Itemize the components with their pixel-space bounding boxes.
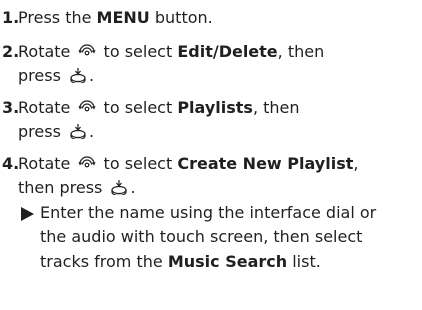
step-text: , [353, 153, 359, 173]
create-new-playlist-label: Create New Playlist [177, 153, 354, 173]
step-3: 3. Rotate to select Playlists, then pres… [2, 96, 422, 145]
step-text: . [88, 122, 95, 141]
note-text: Enter the name using the interface dial … [40, 202, 377, 222]
step-text: . [88, 66, 95, 85]
step-2: 2. Rotate to select Edit/Delete, then pr… [2, 40, 422, 89]
step-text: press [18, 66, 66, 85]
note-text: tracks from the [40, 251, 168, 271]
rotate-dial-icon [78, 155, 96, 171]
step-text: to select [98, 153, 178, 173]
instruction-page: 1. Press the MENU button. 2. Rotate to s… [0, 0, 422, 310]
press-dial-icon [69, 123, 87, 139]
step-text: Rotate [18, 97, 76, 117]
step-text: to select [98, 41, 178, 61]
press-dial-icon [110, 179, 128, 195]
step-number: 1. [2, 8, 20, 27]
playlists-label: Playlists [177, 97, 253, 117]
step-text: Press the [18, 8, 97, 27]
note-text: the audio with touch screen, then select [40, 227, 363, 246]
step-text: button. [149, 8, 213, 27]
step-4: 4. Rotate to select Create New Playlist,… [2, 152, 422, 275]
step-text: . [130, 178, 136, 197]
step-1: 1. Press the MENU button. [2, 6, 422, 31]
step-text: then press [18, 178, 108, 197]
note-text: list. [287, 251, 321, 271]
step-number: 3. [2, 97, 20, 117]
step-text: to select [98, 97, 178, 117]
step-text: , then [277, 41, 325, 61]
right-triangle-icon [21, 206, 34, 221]
edit-delete-label: Edit/Delete [177, 41, 278, 61]
step-text: Rotate [18, 41, 76, 61]
menu-label: MENU [96, 8, 150, 27]
step-text: press [18, 122, 66, 141]
press-dial-icon [69, 67, 87, 83]
rotate-dial-icon [78, 43, 96, 59]
step-4-note: Enter the name using the interface dial … [18, 201, 422, 275]
step-number: 2. [2, 41, 20, 61]
rotate-dial-icon [78, 99, 96, 115]
music-search-label: Music Search [167, 251, 288, 271]
step-number: 4. [2, 153, 20, 173]
step-text: , then [252, 97, 300, 117]
step-text: Rotate [18, 153, 76, 173]
